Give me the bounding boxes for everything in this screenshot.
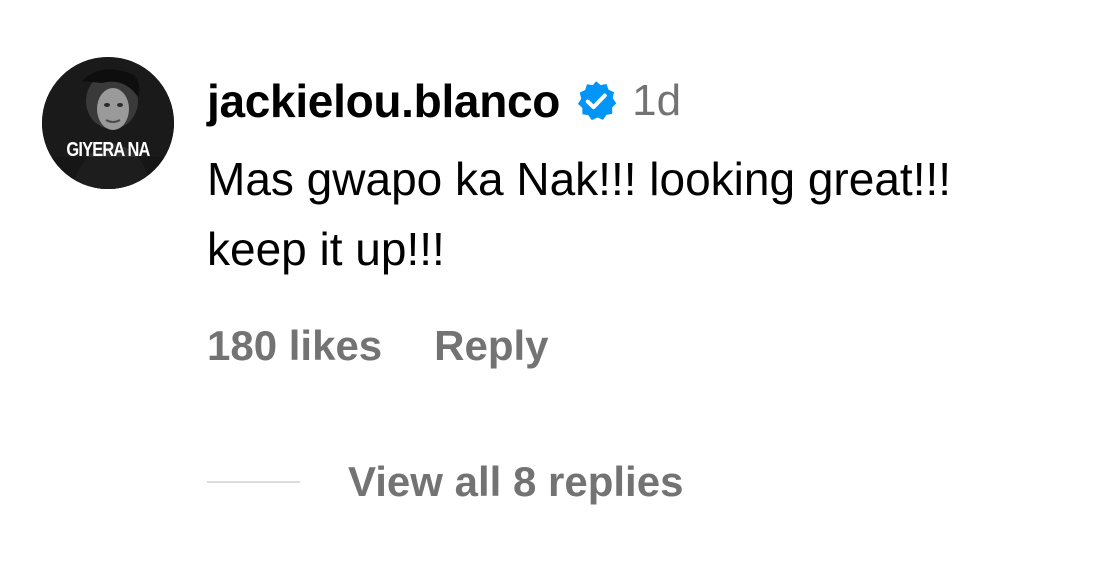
view-replies-button[interactable]: View all 8 replies xyxy=(348,458,683,506)
avatar[interactable]: GIYERA NA xyxy=(42,57,174,189)
replies-divider-line xyxy=(207,481,300,483)
reply-button[interactable]: Reply xyxy=(434,322,548,370)
comment-body: Mas gwapo ka Nak!!! looking great!!! kee… xyxy=(207,153,952,275)
comment-header: jackielou.blanco 1d xyxy=(207,66,681,136)
comment-timestamp: 1d xyxy=(632,76,682,125)
comment-actions: 180 likes Reply xyxy=(207,322,549,370)
avatar-portrait xyxy=(42,57,174,189)
username-link[interactable]: jackielou.blanco xyxy=(207,74,560,128)
avatar-caption: GIYERA NA xyxy=(66,139,150,161)
view-replies-row: View all 8 replies xyxy=(207,458,683,506)
comment: GIYERA NA jackielou.blanco 1d Mas gwapo … xyxy=(0,0,1120,575)
verified-badge-icon xyxy=(574,79,618,123)
likes-count[interactable]: 180 likes xyxy=(207,322,382,370)
